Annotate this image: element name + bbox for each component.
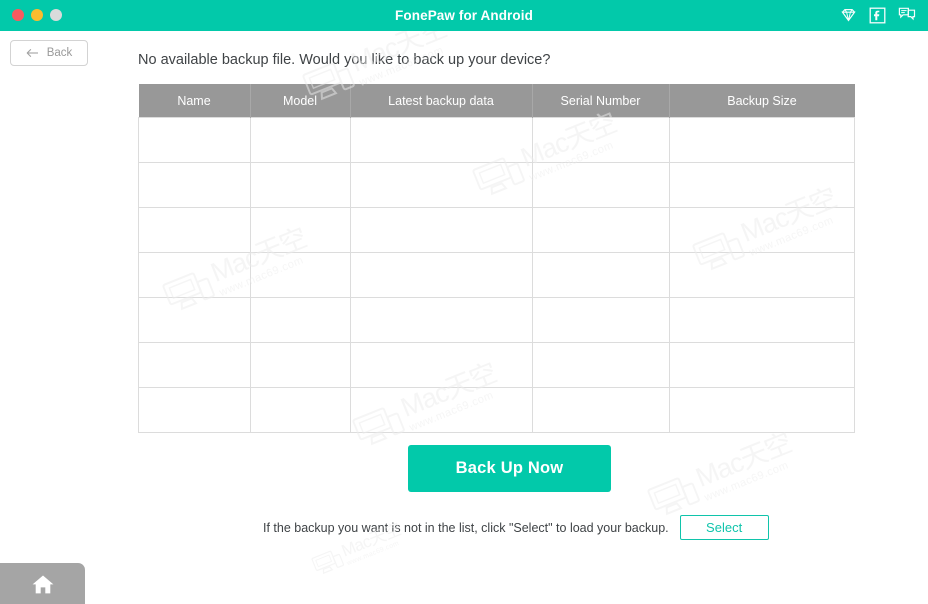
feedback-icon[interactable] [898, 7, 916, 24]
cell-size [669, 117, 855, 163]
cell-model [250, 207, 351, 253]
cell-serial [532, 117, 670, 163]
column-header-latest-backup-data[interactable]: Latest backup data [350, 84, 533, 118]
page-title: No available backup file. Would you like… [138, 52, 551, 68]
back-button-label: Back [46, 47, 73, 59]
back-up-now-button[interactable]: Back Up Now [408, 445, 611, 492]
cell-date [350, 342, 533, 388]
cell-size [669, 297, 855, 343]
cell-model [250, 297, 351, 343]
cell-serial [532, 342, 670, 388]
table-row[interactable] [138, 342, 855, 388]
cell-model [250, 117, 351, 163]
column-header-serial-number[interactable]: Serial Number [532, 84, 670, 118]
table-body [138, 117, 855, 433]
back-button[interactable]: Back [10, 40, 88, 66]
select-button[interactable]: Select [679, 515, 769, 540]
column-header-model[interactable]: Model [250, 84, 351, 118]
cell-name [138, 117, 251, 163]
cell-date [350, 117, 533, 163]
cell-name [138, 297, 251, 343]
cell-date [350, 207, 533, 253]
table-header: Name Model Latest backup data Serial Num… [138, 84, 855, 118]
cell-serial [532, 297, 670, 343]
table-row[interactable] [138, 207, 855, 253]
facebook-icon[interactable] [869, 7, 886, 24]
title-bar: FonePaw for Android [0, 0, 928, 31]
select-hint-text: If the backup you want is not in the lis… [263, 520, 669, 535]
cell-date [350, 387, 533, 433]
cell-size [669, 342, 855, 388]
table-row[interactable] [138, 297, 855, 343]
cell-serial [532, 207, 670, 253]
cell-model [250, 162, 351, 208]
cell-name [138, 252, 251, 298]
cell-serial [532, 162, 670, 208]
cell-name [138, 342, 251, 388]
cell-date [350, 252, 533, 298]
table-row[interactable] [138, 162, 855, 208]
cell-date [350, 162, 533, 208]
window-title: FonePaw for Android [395, 8, 533, 23]
table-header-row: Name Model Latest backup data Serial Num… [138, 84, 855, 118]
app-window: FonePaw for Android Back Mac天空 www.mac69… [0, 0, 928, 604]
table-row[interactable] [138, 252, 855, 298]
cell-model [250, 252, 351, 298]
cell-name [138, 387, 251, 433]
cell-model [250, 387, 351, 433]
cell-size [669, 252, 855, 298]
cell-size [669, 162, 855, 208]
cell-date [350, 297, 533, 343]
diamond-icon[interactable] [840, 7, 857, 24]
table-row[interactable] [138, 117, 855, 163]
column-header-backup-size[interactable]: Backup Size [669, 84, 855, 118]
cell-serial [532, 387, 670, 433]
title-bar-actions [840, 0, 916, 31]
cell-size [669, 207, 855, 253]
cell-model [250, 342, 351, 388]
main-content: No available backup file. Would you like… [0, 31, 928, 604]
cell-name [138, 162, 251, 208]
home-tab-button[interactable] [0, 563, 85, 604]
arrow-left-icon [26, 48, 40, 58]
cell-name [138, 207, 251, 253]
table-row[interactable] [138, 387, 855, 433]
select-hint-row: If the backup you want is not in the lis… [263, 515, 769, 540]
backup-table: Name Model Latest backup data Serial Num… [138, 84, 855, 433]
cell-serial [532, 252, 670, 298]
cell-size [669, 387, 855, 433]
column-header-name[interactable]: Name [138, 84, 251, 118]
home-icon [31, 573, 55, 595]
